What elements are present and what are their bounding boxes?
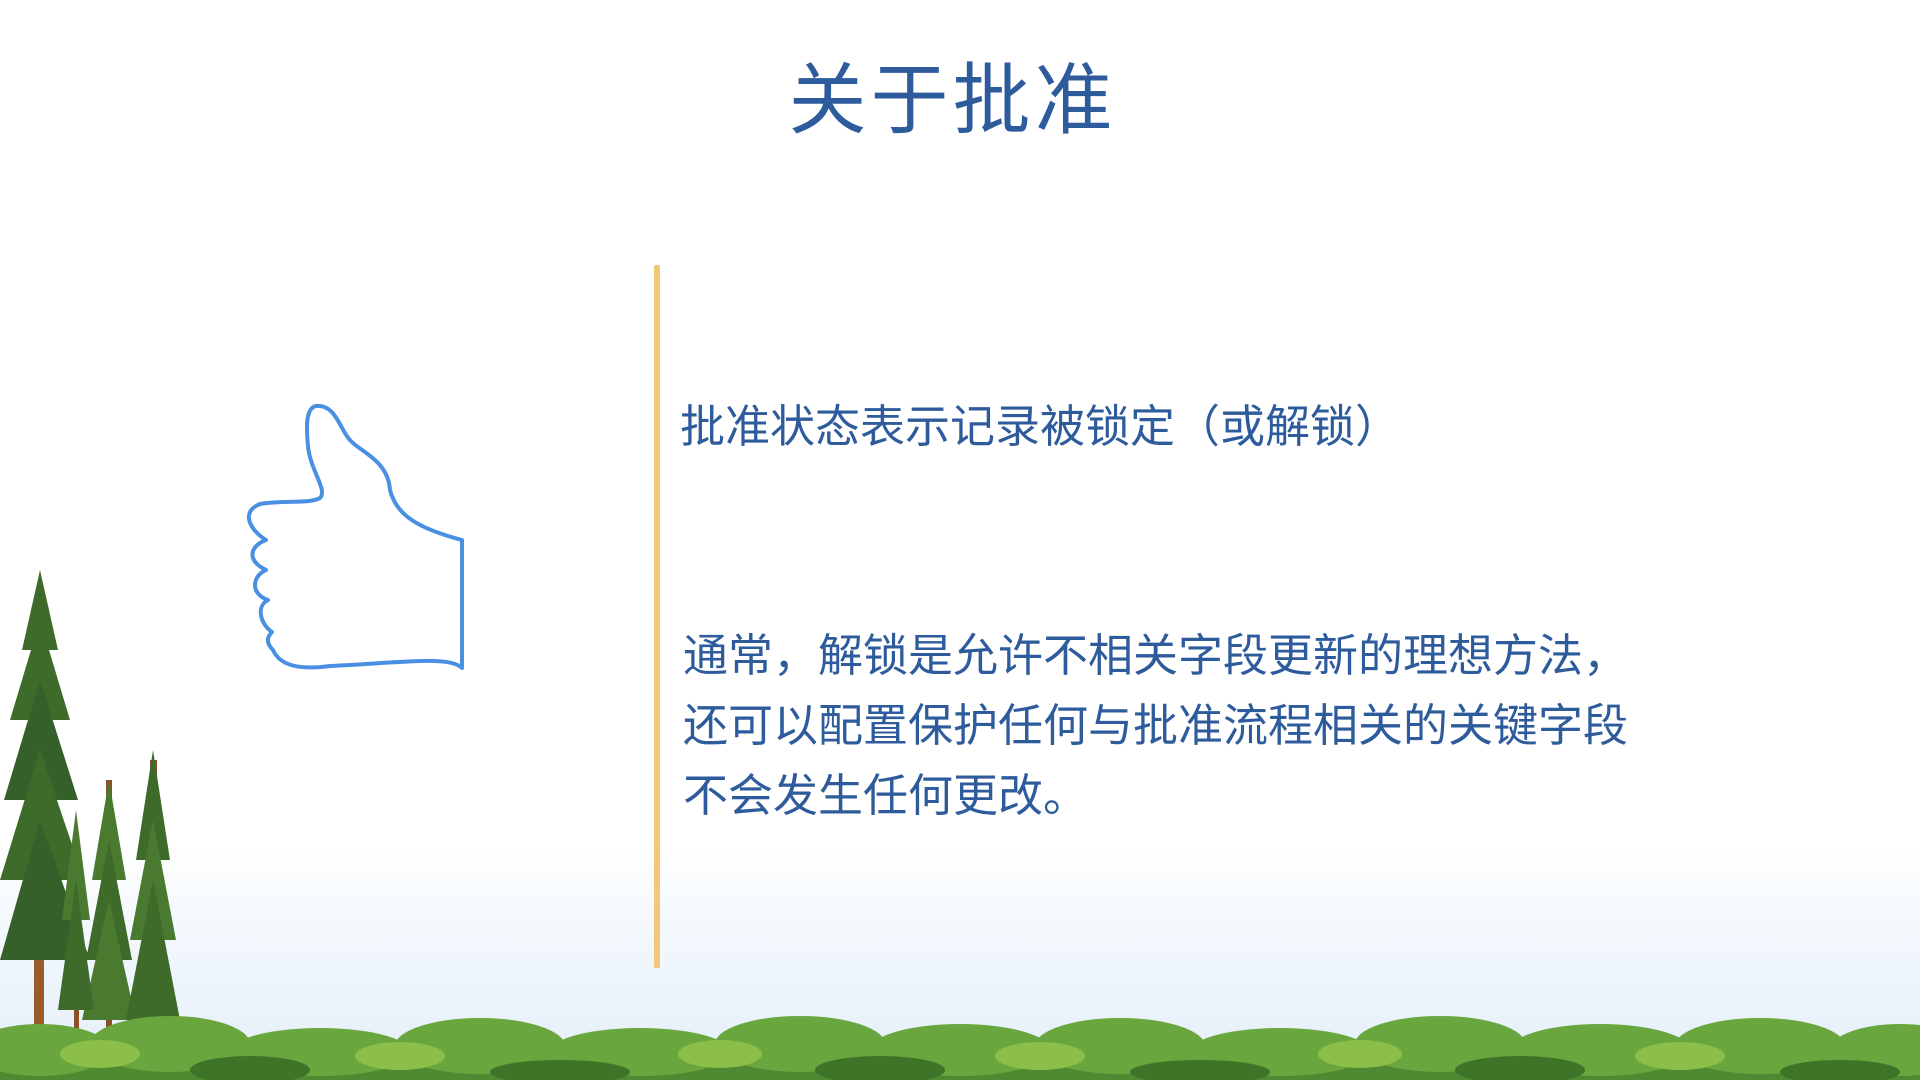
shrub-border-illustration <box>0 1016 1920 1080</box>
slide: 关于批准 批准状态表示记录被锁定（或解锁） 通常，解锁是允许不相关字段更新的理想… <box>0 0 1920 1080</box>
statement-text: 批准状态表示记录被锁定（或解锁） <box>680 400 1401 453</box>
thumbs-up-icon <box>246 403 464 670</box>
paragraph-line: 不会发生任何更改。 <box>683 769 1089 822</box>
paragraph-line: 通常，解锁是允许不相关字段更新的理想方法， <box>683 629 1629 682</box>
vertical-divider <box>654 265 660 968</box>
slide-title: 关于批准 <box>788 56 1117 146</box>
paragraph-line: 还可以配置保护任何与批准流程相关的关键字段 <box>683 699 1629 752</box>
pine-trees-illustration <box>0 570 180 1080</box>
paragraph-text: 通常，解锁是允许不相关字段更新的理想方法， 还可以配置保护任何与批准流程相关的关… <box>683 621 1803 831</box>
